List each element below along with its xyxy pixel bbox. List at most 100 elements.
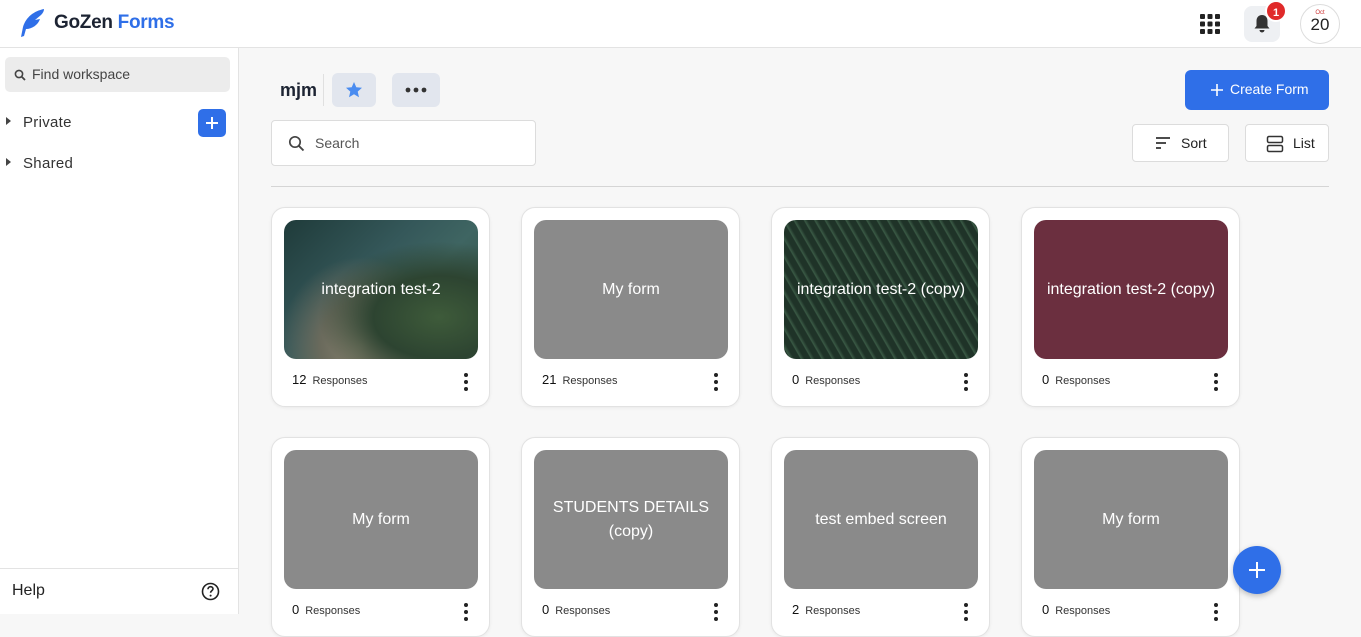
form-thumbnail[interactable]: integration test-2 (copy) — [784, 220, 978, 359]
form-thumbnail[interactable]: integration test-2 — [284, 220, 478, 359]
responses-label: Responses — [805, 375, 861, 387]
form-thumbnail[interactable]: test embed screen — [784, 450, 978, 589]
more-vertical-icon[interactable] — [962, 372, 970, 392]
sidebar-item-label: Private — [23, 114, 72, 131]
divider — [323, 74, 324, 106]
response-count: 0 — [292, 602, 300, 617]
sort-icon — [1156, 137, 1170, 149]
add-workspace-button[interactable] — [198, 109, 226, 137]
more-vertical-icon[interactable] — [462, 602, 470, 622]
form-responses: 0 Responses — [292, 602, 360, 617]
form-card[interactable]: integration test-2 12 Responses — [271, 207, 490, 407]
form-thumbnail[interactable]: My form — [534, 220, 728, 359]
form-title: integration test-2 (copy) — [796, 280, 966, 298]
more-vertical-icon[interactable] — [962, 602, 970, 622]
caret-right-icon — [6, 117, 11, 125]
responses-label: Responses — [312, 375, 368, 387]
search-placeholder: Search — [315, 135, 360, 151]
response-count: 0 — [1042, 372, 1050, 387]
app-logo[interactable]: GoZen Forms — [16, 7, 175, 39]
plus-icon — [1249, 562, 1265, 578]
response-count: 0 — [542, 602, 550, 617]
form-title: test embed screen — [815, 510, 947, 528]
form-thumbnail[interactable]: STUDENTS DETAILS (copy) — [534, 450, 728, 589]
more-vertical-icon[interactable] — [462, 372, 470, 392]
form-card[interactable]: STUDENTS DETAILS (copy) 0 Responses — [521, 437, 740, 637]
form-responses: 0 Responses — [542, 602, 610, 617]
top-bar: GoZen Forms 1 Oct 20 — [0, 0, 1361, 48]
form-title: integration test-2 — [321, 280, 441, 298]
view-label: List — [1293, 135, 1315, 151]
workspace-title: mjm — [280, 80, 318, 100]
find-workspace-input[interactable]: Find workspace — [5, 57, 230, 92]
help-label: Help — [12, 582, 45, 599]
more-vertical-icon[interactable] — [712, 602, 720, 622]
feather-logo-icon — [21, 9, 44, 37]
sort-label: Sort — [1181, 135, 1207, 151]
floating-add-button[interactable] — [1233, 546, 1281, 594]
apps-grid-icon[interactable] — [1199, 13, 1221, 35]
view-toggle-button[interactable]: List — [1245, 124, 1329, 162]
avatar[interactable]: Oct 20 — [1300, 4, 1340, 44]
form-title: My form — [352, 510, 410, 528]
question-circle-icon — [201, 582, 220, 601]
form-title: My form — [602, 280, 660, 298]
responses-label: Responses — [805, 605, 861, 617]
form-thumbnail[interactable]: My form — [1034, 450, 1228, 589]
create-form-button[interactable]: Create Form — [1185, 70, 1329, 110]
form-title: STUDENTS DETAILS (copy) — [552, 498, 710, 540]
favorite-button[interactable] — [332, 73, 376, 107]
form-card[interactable]: test embed screen 2 Responses — [771, 437, 990, 637]
sort-button[interactable]: Sort — [1132, 124, 1229, 162]
responses-label: Responses — [305, 605, 361, 617]
caret-right-icon — [6, 158, 11, 166]
find-workspace-placeholder: Find workspace — [32, 66, 131, 82]
brand-secondary: Forms — [117, 12, 175, 33]
form-card[interactable]: My form 0 Responses — [1021, 437, 1240, 637]
sidebar-item-private[interactable]: Private — [6, 114, 72, 131]
form-responses: 12 Responses — [292, 372, 368, 387]
form-card[interactable]: My form 21 Responses — [521, 207, 740, 407]
sidebar-item-shared[interactable]: Shared — [6, 155, 73, 172]
responses-label: Responses — [562, 375, 618, 387]
sidebar: Find workspace Private Shared Help — [0, 48, 239, 614]
form-responses: 0 Responses — [1042, 602, 1110, 617]
more-vertical-icon[interactable] — [1212, 372, 1220, 392]
more-options-button[interactable] — [392, 73, 440, 107]
form-responses: 0 Responses — [1042, 372, 1110, 387]
form-title: integration test-2 (copy) — [1046, 280, 1216, 298]
star-icon — [346, 82, 362, 98]
form-thumbnail[interactable]: My form — [284, 450, 478, 589]
response-count: 21 — [542, 372, 557, 387]
plus-icon — [206, 117, 218, 129]
notification-badge: 1 — [1265, 0, 1287, 22]
more-vertical-icon[interactable] — [1212, 602, 1220, 622]
header-divider — [271, 186, 1329, 187]
form-card[interactable]: integration test-2 (copy) 0 Responses — [1021, 207, 1240, 407]
response-count: 2 — [792, 602, 800, 617]
app-name: GoZen Forms — [54, 12, 175, 34]
brand-primary: GoZen — [54, 12, 113, 33]
search-icon — [288, 135, 305, 152]
list-view-icon — [1266, 135, 1284, 153]
form-thumbnail[interactable]: integration test-2 (copy) — [1034, 220, 1228, 359]
form-card[interactable]: integration test-2 (copy) 0 Responses — [771, 207, 990, 407]
help-link[interactable]: Help — [0, 568, 238, 614]
response-count: 12 — [292, 372, 307, 387]
avatar-text: 20 — [1310, 15, 1330, 34]
plus-icon — [1211, 84, 1223, 96]
form-card[interactable]: My form 0 Responses — [271, 437, 490, 637]
response-count: 0 — [792, 372, 800, 387]
form-responses: 2 Responses — [792, 602, 860, 617]
sidebar-item-label: Shared — [23, 155, 74, 172]
response-count: 0 — [1042, 602, 1050, 617]
more-vertical-icon[interactable] — [712, 372, 720, 392]
search-input[interactable]: Search — [271, 120, 536, 166]
search-icon — [14, 69, 26, 81]
create-form-label: Create Form — [1230, 81, 1309, 97]
form-responses: 0 Responses — [792, 372, 860, 387]
responses-label: Responses — [1055, 375, 1111, 387]
form-title: My form — [1102, 510, 1160, 528]
form-responses: 21 Responses — [542, 372, 618, 387]
responses-label: Responses — [1055, 605, 1111, 617]
